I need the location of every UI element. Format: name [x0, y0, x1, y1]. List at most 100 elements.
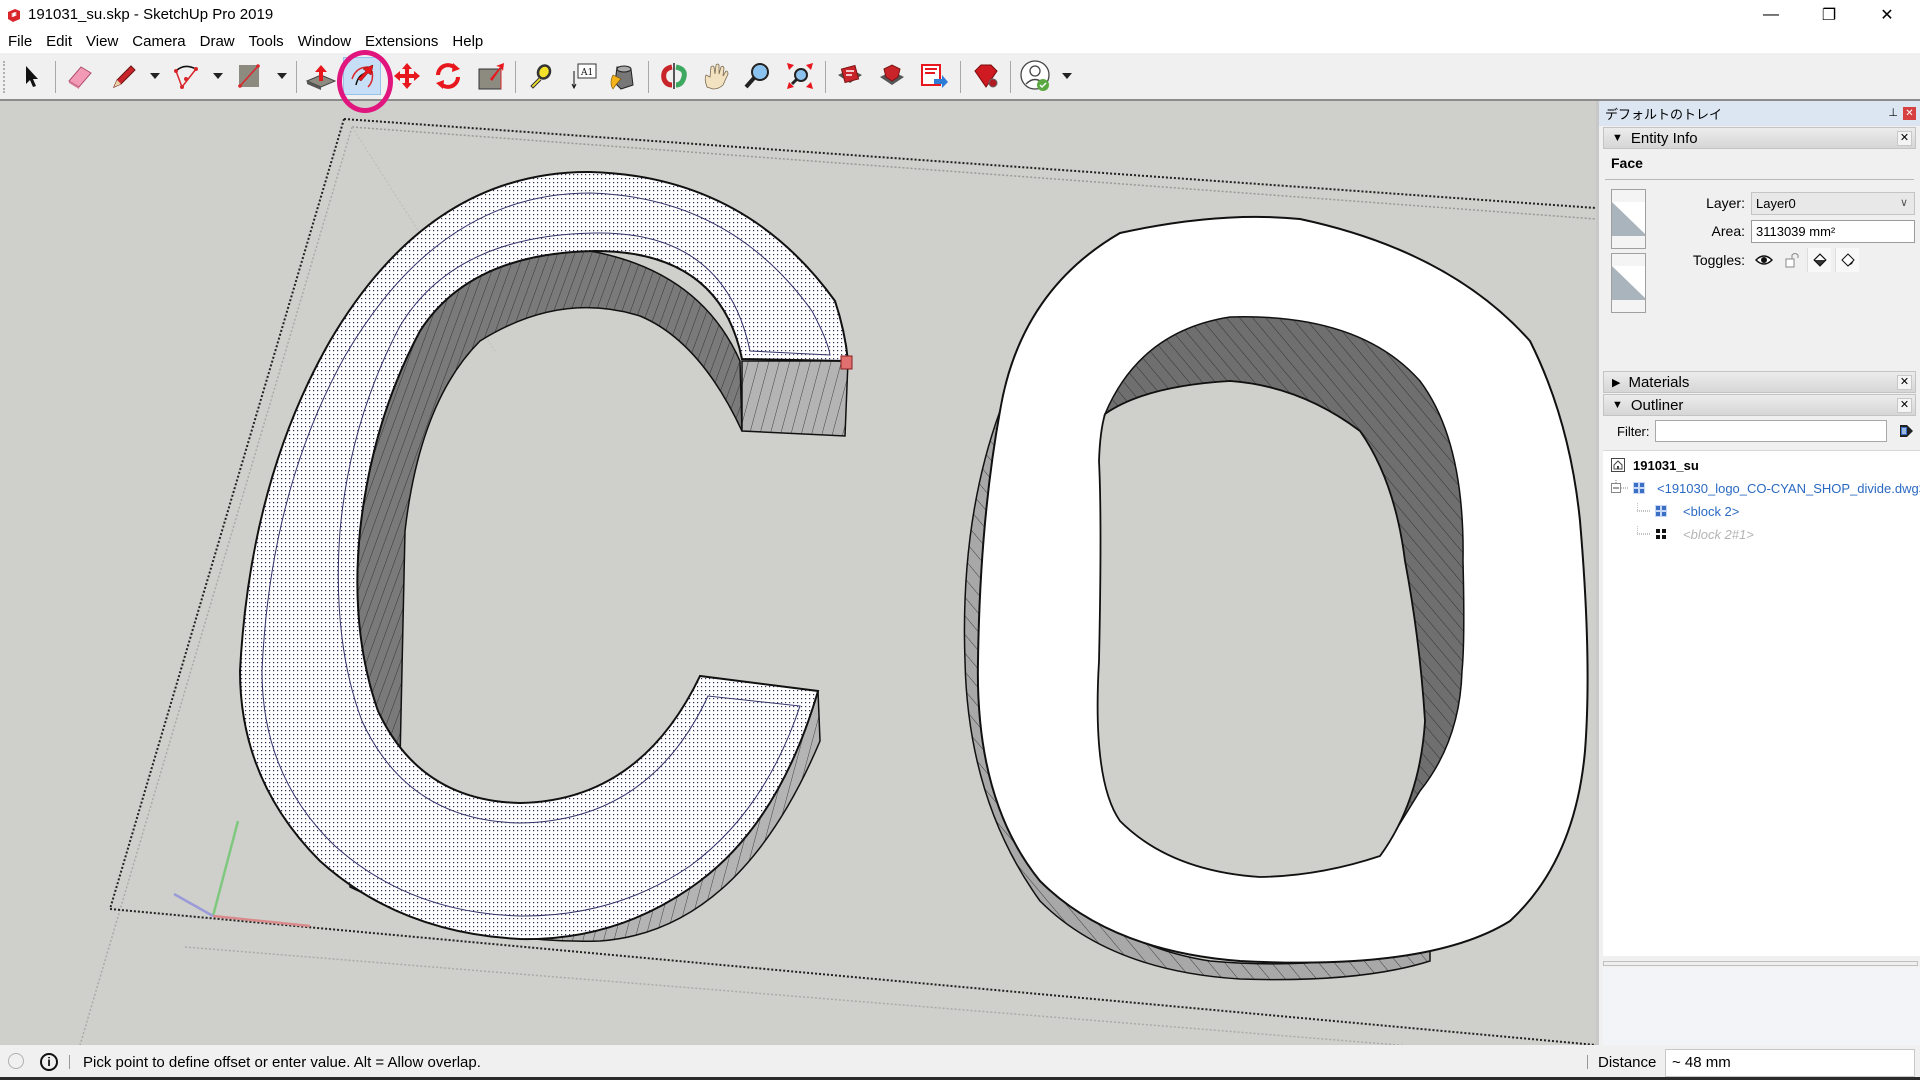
lock-toggle[interactable]	[1780, 248, 1804, 272]
outliner-row-block2-1[interactable]: <block 2#1>	[1637, 523, 1754, 545]
model-viewport[interactable]	[0, 101, 1596, 1045]
rectangle-tool-button[interactable]	[230, 57, 268, 95]
share-model-button[interactable]	[915, 57, 953, 95]
letter-o-solid[interactable]	[963, 215, 1589, 981]
status-bar: i Pick point to define offset or enter v…	[0, 1045, 1920, 1080]
eraser-tool-button[interactable]	[61, 57, 99, 95]
push-pull-tool-button[interactable]	[302, 57, 340, 95]
zoom-extents-tool-button[interactable]	[781, 57, 819, 95]
tape-measure-tool-button[interactable]	[521, 57, 559, 95]
rectangle-icon	[238, 64, 260, 88]
visibility-toggle[interactable]	[1752, 248, 1776, 272]
outliner-row-label: 191031_su	[1633, 457, 1699, 473]
material-swatch-icon	[1612, 202, 1645, 236]
default-tray: デフォルトのトレイ ⊥ ✕ ▼ Entity Info ✕ Face Layer…	[1596, 101, 1920, 1045]
account-dropdown[interactable]	[1062, 73, 1072, 79]
entity-info-close-button[interactable]: ✕	[1897, 131, 1912, 146]
materials-close-button[interactable]: ✕	[1897, 375, 1912, 390]
outliner-header[interactable]: ▼ Outliner ✕	[1603, 394, 1916, 416]
outliner-row-dwg[interactable]: <191030_logo_CO-CYAN_SHOP_divide.dwg>	[1611, 477, 1920, 499]
restore-button[interactable]: ❐	[1800, 0, 1858, 29]
model-canvas[interactable]	[0, 101, 1596, 1045]
toolbar-separator	[825, 61, 826, 93]
info-icon[interactable]: i	[40, 1053, 58, 1071]
select-tool-button[interactable]	[12, 57, 50, 95]
zoom-extents-icon	[787, 63, 813, 89]
tray-close-button[interactable]: ✕	[1903, 107, 1916, 120]
menu-edit[interactable]: Edit	[40, 33, 78, 50]
minimize-button[interactable]: —	[1742, 0, 1800, 29]
expanded-triangle-icon: ▼	[1612, 132, 1623, 144]
extension-warehouse-button[interactable]	[873, 57, 911, 95]
outliner-close-button[interactable]: ✕	[1897, 398, 1912, 413]
outliner-details-arrow-icon[interactable]	[1898, 423, 1914, 439]
line-tool-dropdown[interactable]	[150, 73, 160, 79]
arc-tool-button[interactable]	[167, 57, 205, 95]
letter-c-solid[interactable]	[238, 170, 853, 943]
share-model-icon	[921, 64, 948, 88]
entity-info-title: Entity Info	[1630, 129, 1698, 147]
tape-measure-icon	[530, 64, 552, 89]
geolocation-icon[interactable]	[8, 1053, 24, 1069]
menu-window[interactable]: Window	[292, 33, 357, 50]
orbit-tool-button[interactable]	[655, 57, 693, 95]
arc-tool-dropdown[interactable]	[213, 73, 223, 79]
toolbar-grip[interactable]	[3, 61, 5, 93]
materials-header[interactable]: ▶ Materials ✕	[1603, 371, 1916, 393]
arc-icon	[174, 65, 198, 89]
menu-draw[interactable]: Draw	[194, 33, 241, 50]
back-material-swatch[interactable]	[1611, 253, 1646, 313]
paint-bucket-tool-button[interactable]	[603, 57, 641, 95]
pan-tool-button[interactable]	[697, 57, 735, 95]
close-icon: ✕	[1880, 6, 1894, 24]
expanded-triangle-icon: ▼	[1612, 399, 1623, 411]
tray-title-bar: デフォルトのトレイ ⊥ ✕	[1599, 101, 1920, 126]
menu-camera[interactable]: Camera	[126, 33, 191, 50]
pan-hand-icon	[704, 63, 729, 90]
tray-resize-handle[interactable]	[1603, 961, 1918, 966]
menu-help[interactable]: Help	[446, 33, 489, 50]
account-button[interactable]	[1017, 57, 1055, 95]
divider	[1605, 179, 1914, 180]
scale-tool-button[interactable]	[472, 57, 510, 95]
receive-shadows-toggle[interactable]	[1835, 248, 1859, 272]
zoom-tool-button[interactable]	[738, 57, 776, 95]
text-tool-button[interactable]: A1	[565, 57, 603, 95]
outliner-tree: 191031_su <191030_logo_CO-CYAN_SHOP_divi…	[1603, 450, 1920, 956]
toolbar-separator	[515, 61, 516, 93]
filter-input[interactable]	[1655, 420, 1887, 442]
rectangle-tool-dropdown[interactable]	[277, 73, 287, 79]
pin-icon[interactable]: ⊥	[1888, 106, 1898, 119]
cast-shadows-icon	[1812, 253, 1827, 267]
menu-view[interactable]: View	[80, 33, 124, 50]
outliner-row-block2[interactable]: <block 2>	[1637, 500, 1739, 522]
toolbar-separator	[648, 61, 649, 93]
area-field[interactable]: 3113039 mm²	[1751, 220, 1915, 243]
3d-warehouse-button[interactable]	[831, 57, 869, 95]
outliner-row-model[interactable]: 191031_su	[1611, 454, 1699, 476]
rotate-tool-button[interactable]	[429, 57, 467, 95]
extension-manager-button[interactable]	[966, 57, 1004, 95]
pencil-icon	[113, 65, 136, 88]
offset-tool-button[interactable]	[343, 57, 381, 95]
select-arrow-icon	[26, 66, 38, 87]
paint-bucket-icon	[610, 65, 634, 90]
ruby-gear-icon	[974, 64, 998, 88]
menu-file[interactable]: File	[2, 33, 38, 50]
divider	[1587, 1055, 1588, 1069]
close-window-button[interactable]: ✕	[1858, 0, 1916, 29]
measurements-input[interactable]: ~ 48 mm	[1665, 1049, 1915, 1077]
front-material-swatch[interactable]	[1611, 189, 1646, 249]
component-icon	[1637, 503, 1667, 517]
entity-info-header[interactable]: ▼ Entity Info ✕	[1603, 127, 1916, 149]
cast-shadows-toggle[interactable]	[1807, 248, 1831, 272]
line-tool-button[interactable]	[105, 57, 143, 95]
menu-tools[interactable]: Tools	[243, 33, 290, 50]
layer-label: Layer:	[1706, 195, 1745, 211]
menu-extensions[interactable]: Extensions	[359, 33, 444, 50]
move-tool-button[interactable]	[388, 57, 426, 95]
layer-select[interactable]: Layer0 ∨	[1751, 192, 1915, 215]
scale-icon	[478, 63, 504, 90]
tree-collapse-icon[interactable]	[1611, 480, 1647, 496]
restore-icon: ❐	[1821, 6, 1837, 24]
